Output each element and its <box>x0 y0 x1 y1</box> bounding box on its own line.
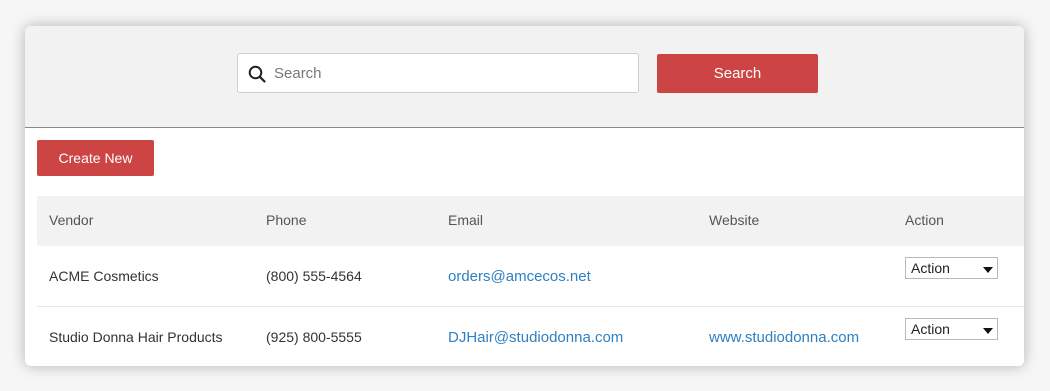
vendor-name: Studio Donna Hair Products <box>49 329 223 345</box>
search-input[interactable] <box>274 54 624 92</box>
action-dropdown-label: Action <box>911 260 950 276</box>
header-website[interactable]: Website <box>709 212 759 228</box>
caret-down-icon <box>983 328 993 334</box>
vendor-website-link[interactable]: www.studiodonna.com <box>709 329 859 346</box>
header-action: Action <box>905 212 944 228</box>
table-header-row: Vendor Phone Email Website Action <box>37 196 1024 246</box>
vendor-panel: Search Create New Vendor Phone Email Web… <box>25 26 1024 366</box>
header-vendor[interactable]: Vendor <box>49 212 93 228</box>
vendor-table: Vendor Phone Email Website Action ACME C… <box>37 196 1024 366</box>
vendor-name: ACME Cosmetics <box>49 268 159 284</box>
table-row: ACME Cosmetics (800) 555-4564 orders@amc… <box>37 246 1024 307</box>
vendor-email-link[interactable]: DJHair@studiodonna.com <box>448 329 623 346</box>
header-email[interactable]: Email <box>448 212 483 228</box>
search-button[interactable]: Search <box>657 54 818 93</box>
search-bar-area: Search <box>25 26 1024 128</box>
table-row: Studio Donna Hair Products (925) 800-555… <box>37 307 1024 366</box>
create-new-button[interactable]: Create New <box>37 140 154 176</box>
header-phone[interactable]: Phone <box>266 212 306 228</box>
vendor-phone: (925) 800-5555 <box>266 329 362 345</box>
action-dropdown[interactable]: Action <box>905 318 998 340</box>
action-dropdown[interactable]: Action <box>905 257 998 279</box>
search-icon <box>248 65 266 83</box>
vendor-email-link[interactable]: orders@amcecos.net <box>448 268 591 285</box>
vendor-phone: (800) 555-4564 <box>266 268 362 284</box>
action-dropdown-label: Action <box>911 321 950 337</box>
search-field[interactable] <box>237 53 639 93</box>
caret-down-icon <box>983 267 993 273</box>
